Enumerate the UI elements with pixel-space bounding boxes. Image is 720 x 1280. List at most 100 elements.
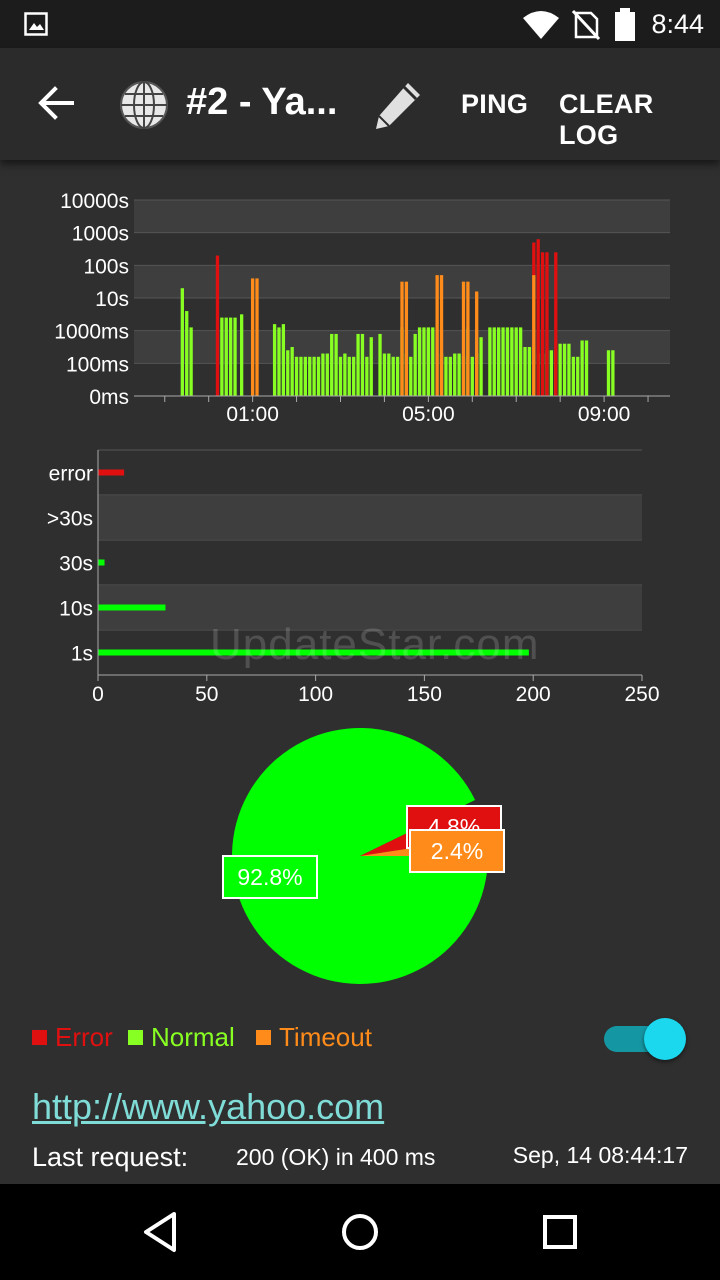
timeline-bar bbox=[303, 356, 307, 396]
y-category-label: >30s bbox=[47, 508, 93, 531]
toggle-thumb[interactable] bbox=[644, 1018, 686, 1060]
grid-band bbox=[134, 200, 670, 233]
timeline-bar bbox=[189, 327, 193, 396]
pencil-icon[interactable] bbox=[372, 80, 424, 130]
timeline-bar bbox=[299, 356, 303, 396]
timeline-bar bbox=[518, 327, 523, 396]
timeline-bar bbox=[488, 327, 492, 396]
timeline-bar bbox=[439, 275, 444, 396]
timeline-bar bbox=[387, 353, 391, 396]
legend-swatch-error bbox=[32, 1029, 47, 1045]
grid-band bbox=[98, 496, 642, 539]
pie-label-text: 2.4% bbox=[431, 838, 483, 864]
y-category-label: 30s bbox=[59, 553, 93, 576]
last-request-time: Sep, 14 08:44:17 bbox=[512, 1142, 688, 1168]
legend-label-error: Error bbox=[55, 1022, 113, 1052]
histogram-bar bbox=[98, 559, 105, 566]
timeline-bar bbox=[435, 275, 439, 396]
recents-square-icon[interactable] bbox=[540, 1204, 580, 1260]
timeline-bar bbox=[233, 317, 237, 396]
legend-swatch-normal bbox=[128, 1029, 143, 1045]
timeline-bar bbox=[330, 333, 334, 396]
pie-slice-label: 2.4% bbox=[409, 829, 505, 873]
timeline-bar bbox=[545, 252, 549, 396]
timeline-bar bbox=[239, 314, 244, 396]
timeline-bar bbox=[382, 353, 387, 396]
timeline-bar bbox=[580, 340, 584, 396]
monitor-toggle[interactable] bbox=[604, 1018, 686, 1060]
timeline-bar bbox=[369, 337, 373, 396]
timeline-bar bbox=[250, 278, 255, 396]
timeline-bar bbox=[461, 281, 466, 396]
y-tick-label: 10s bbox=[95, 288, 129, 311]
timeline-bar bbox=[290, 347, 294, 396]
clear-log-button[interactable]: CLEAR LOG bbox=[559, 89, 720, 151]
timeline-bar bbox=[475, 291, 479, 396]
y-tick-label: 0ms bbox=[89, 386, 129, 409]
timeline-bar bbox=[611, 350, 615, 396]
timeline-bar bbox=[347, 356, 351, 396]
timeline-bar bbox=[180, 288, 184, 396]
x-tick-label: 250 bbox=[624, 683, 659, 706]
battery-icon bbox=[615, 8, 635, 41]
timeline-bar bbox=[413, 333, 417, 396]
y-tick-label: 1000ms bbox=[54, 321, 129, 344]
timeline-bar bbox=[400, 281, 404, 396]
pie-slice-label: 92.8% bbox=[222, 855, 318, 899]
x-tick-label: 100 bbox=[298, 683, 333, 706]
timeline-bar bbox=[562, 343, 567, 396]
legend-item-normal: Normal bbox=[128, 1022, 235, 1053]
timeline-bar bbox=[470, 356, 474, 396]
last-request-value: 200 (OK) in 400 ms bbox=[236, 1144, 436, 1170]
timeline-bar bbox=[492, 327, 496, 396]
timeline-bar bbox=[220, 317, 224, 396]
back-triangle-icon[interactable] bbox=[140, 1204, 180, 1260]
y-tick-label: 100s bbox=[83, 255, 129, 278]
timeline-bar bbox=[334, 333, 338, 396]
watermark-text: UpdateStar.com bbox=[210, 620, 540, 669]
no-sim-icon bbox=[572, 10, 600, 40]
timeline-bar bbox=[409, 356, 413, 396]
timeline-bar bbox=[536, 239, 540, 396]
timeline-bar bbox=[224, 317, 228, 396]
legend-item-timeout: Timeout bbox=[256, 1022, 372, 1053]
timeline-bar bbox=[444, 356, 448, 396]
pie-label-text: 92.8% bbox=[237, 864, 302, 890]
page-title: #2 - Ya... bbox=[186, 81, 338, 123]
timeline-bar bbox=[576, 356, 580, 396]
timeline-bar bbox=[523, 347, 527, 396]
timeline-bar bbox=[321, 353, 325, 396]
back-arrow-icon[interactable] bbox=[38, 86, 74, 120]
timeline-bar bbox=[352, 356, 356, 396]
legend-label-timeout: Timeout bbox=[279, 1022, 372, 1052]
timeline-bar bbox=[422, 327, 426, 396]
status-bar: 8:44 bbox=[0, 0, 720, 48]
timeline-bar bbox=[294, 356, 299, 396]
histogram-bar bbox=[98, 604, 166, 611]
timeline-bar bbox=[567, 343, 571, 396]
timeline-bar bbox=[571, 356, 575, 396]
timeline-bar bbox=[505, 327, 510, 396]
timeline-bar bbox=[527, 347, 532, 396]
host-url-link[interactable]: http://www.yahoo.com bbox=[32, 1086, 384, 1128]
histogram-bar bbox=[98, 469, 125, 476]
globe-icon bbox=[120, 81, 168, 129]
legend-swatch-timeout bbox=[256, 1029, 271, 1045]
timeline-bar bbox=[356, 333, 360, 396]
timeline-bar bbox=[554, 252, 558, 396]
y-category-label: 10s bbox=[59, 598, 93, 621]
y-category-label: 1s bbox=[71, 643, 93, 666]
timeline-bar bbox=[606, 350, 611, 396]
timeline-bar bbox=[514, 327, 518, 396]
timeline-bar bbox=[185, 311, 189, 396]
timeline-bar bbox=[343, 353, 347, 396]
ping-button[interactable]: PING bbox=[461, 89, 528, 120]
timeline-bar bbox=[229, 317, 233, 396]
timeline-bar bbox=[417, 327, 422, 396]
timeline-bar bbox=[540, 252, 545, 396]
timeline-bar bbox=[479, 337, 483, 396]
timeline-bar bbox=[272, 324, 277, 396]
home-circle-icon[interactable] bbox=[338, 1204, 382, 1260]
x-tick-label: 200 bbox=[516, 683, 551, 706]
x-tick-label: 01:00 bbox=[226, 403, 279, 426]
